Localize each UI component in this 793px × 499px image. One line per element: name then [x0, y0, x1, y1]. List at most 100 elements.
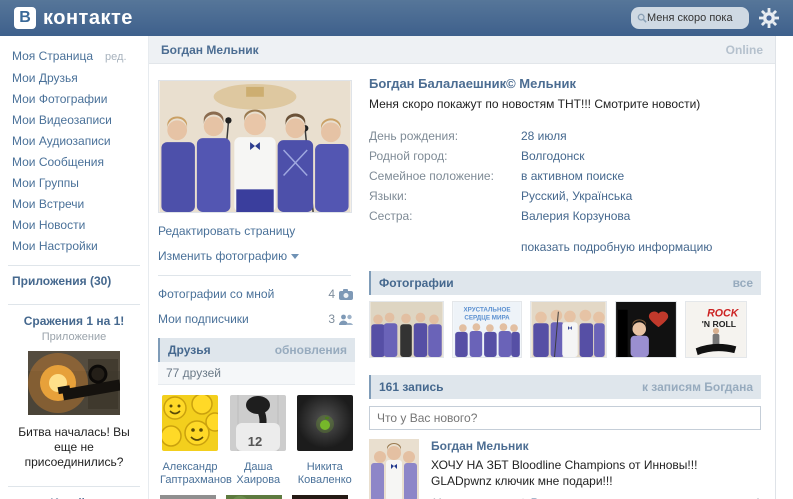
- photos-all-link[interactable]: все: [733, 276, 753, 290]
- search-input[interactable]: [647, 12, 743, 24]
- wall-post-input[interactable]: [369, 406, 761, 430]
- photos-with-me-link[interactable]: Фотографии со мной: [158, 287, 274, 301]
- photos-title[interactable]: Фотографии: [379, 276, 454, 290]
- menu-link[interactable]: Мои Фотографии: [12, 92, 107, 106]
- friend-name[interactable]: Александр Гаптрахманов: [160, 461, 220, 487]
- topbar-user-name[interactable]: Богдан Мельник: [161, 43, 259, 57]
- menu-link[interactable]: Мои Аудиозаписи: [12, 134, 111, 148]
- profile-photo[interactable]: [158, 80, 352, 213]
- friend-name[interactable]: Даша Хаирова: [230, 461, 287, 487]
- friend-name[interactable]: Никита Коваленко: [297, 461, 354, 487]
- friend-photo[interactable]: 12: [230, 395, 286, 451]
- wall-header: 161 запись к записям Богдана: [369, 375, 761, 399]
- friend-item[interactable]: Никита Коваленко: [297, 395, 354, 487]
- vk-logo-icon: В: [14, 7, 36, 29]
- photo-thumb[interactable]: [530, 301, 607, 358]
- menu-link[interactable]: Мои Друзья: [12, 71, 78, 85]
- photos-with-me-count: 4: [328, 287, 335, 301]
- change-photo-action[interactable]: Изменить фотографию: [158, 249, 361, 263]
- info-label: Родной город:: [369, 146, 521, 166]
- info-value-link[interactable]: Валерия Корзунова: [521, 209, 630, 223]
- info-row-relationship: Семейное положение: в активном поиске: [369, 166, 632, 186]
- logo-text: контакте: [43, 7, 133, 30]
- info-row-birthday: День рождения: 28 июля: [369, 126, 632, 146]
- friend-photo[interactable]: [160, 495, 216, 499]
- photo-rock-text-2: 'N ROLL: [702, 319, 737, 329]
- menu-link[interactable]: Моя Страница: [12, 49, 93, 63]
- info-value-link[interactable]: в активном поиске: [521, 169, 624, 183]
- post-likes[interactable]: ♥ 1: [743, 495, 761, 499]
- apps-menu-item[interactable]: Приложения (30): [0, 266, 148, 296]
- menu-item-my-page[interactable]: Моя Страница ред.: [12, 46, 148, 68]
- photo-thumb[interactable]: [615, 301, 677, 358]
- friend-photo[interactable]: [162, 395, 218, 451]
- chevron-down-icon: [291, 254, 299, 259]
- post-author-link[interactable]: Богдан Мельник: [431, 439, 529, 453]
- menu-link[interactable]: Мои Сообщения: [12, 155, 104, 169]
- menu-item-messages[interactable]: Мои Сообщения: [12, 152, 148, 173]
- content-topbar: Богдан Мельник Online: [149, 36, 775, 64]
- friend-photo[interactable]: [226, 495, 282, 499]
- menu-item-news[interactable]: Мои Новости: [12, 215, 148, 236]
- photo-thumb[interactable]: ХРУСТАЛЬНОЕ СЕРДЦЕ МИРА: [452, 301, 522, 358]
- menu-link[interactable]: Мои Новости: [12, 218, 85, 232]
- post-body: Богдан Мельник ХОЧУ НА ЗБТ Bloodline Cha…: [419, 439, 761, 499]
- menu-link[interactable]: Мои Встречи: [12, 197, 84, 211]
- menu-item-groups[interactable]: Мои Группы: [12, 173, 148, 194]
- friend-item[interactable]: 12 Даша Хаирова: [230, 395, 287, 487]
- photos-strip: ХРУСТАЛЬНОЕ СЕРДЦЕ МИРА: [369, 295, 761, 358]
- wall-count[interactable]: 161 запись: [379, 380, 444, 394]
- menu-item-audios[interactable]: Мои Аудиозаписи: [12, 131, 148, 152]
- friends-updates-link[interactable]: обновления: [275, 343, 347, 357]
- friend-photo[interactable]: [297, 395, 353, 451]
- logo-letter: В: [19, 9, 31, 27]
- menu-link[interactable]: Мои Группы: [12, 176, 79, 190]
- post-edit-link[interactable]: Редактировать: [531, 496, 614, 499]
- info-label: Семейное положение:: [369, 166, 521, 186]
- menu-item-events[interactable]: Мои Встречи: [12, 194, 148, 215]
- wall-input-wrap: [369, 406, 761, 430]
- profile-main-column: Богдан Балалаешник© Мельник Меня скоро п…: [361, 64, 775, 499]
- photos-with-me-row[interactable]: Фотографии со мной 4: [158, 287, 353, 301]
- post-text: ХОЧУ НА ЗБТ Bloodline Champions от Иннов…: [431, 457, 761, 489]
- wall-post: Online Богдан Мельник ХОЧУ НА ЗБТ Bloodl…: [369, 439, 761, 499]
- ad-text: Битва началась! Вы еще не присоединились…: [8, 423, 140, 478]
- meta-separator: |: [522, 496, 525, 499]
- info-value-link[interactable]: 28 июля: [521, 129, 567, 143]
- info-value-link[interactable]: Волгодонск: [521, 149, 585, 163]
- ad-title-link[interactable]: Сражения 1 на 1!: [8, 314, 140, 328]
- followers-row[interactable]: Мои подписчики 3: [158, 312, 353, 326]
- friend-item[interactable]: Александр Гаптрахманов: [160, 395, 220, 487]
- wall-module: 161 запись к записям Богдана: [369, 375, 761, 499]
- post-avatar-col: Online: [369, 439, 419, 499]
- menu-link[interactable]: Мои Настройки: [12, 239, 98, 253]
- settings-gear-icon[interactable]: [759, 8, 779, 28]
- main-menu: Моя Страница ред. Мои Друзья Мои Фотограф…: [0, 36, 148, 257]
- menu-item-friends[interactable]: Мои Друзья: [12, 68, 148, 89]
- vk-logo[interactable]: В контакте: [14, 7, 133, 30]
- edit-page-action[interactable]: Редактировать страницу: [158, 224, 361, 238]
- camera-icon: [339, 289, 353, 300]
- photo-thumb[interactable]: ROCK 'N ROLL: [685, 301, 747, 358]
- menu-item-photos[interactable]: Мои Фотографии: [12, 89, 148, 110]
- edit-page-link[interactable]: ред.: [105, 51, 126, 63]
- ad-game-image[interactable]: [28, 351, 120, 415]
- apps-link[interactable]: Приложения (30): [12, 274, 111, 288]
- friends-grid: Александр Гаптрахманов 12: [158, 385, 355, 487]
- followers-link[interactable]: Мои подписчики: [158, 312, 249, 326]
- play-block: Играйте Приложение: [0, 487, 148, 499]
- info-value-link[interactable]: Русский, Українська: [521, 189, 632, 203]
- menu-item-videos[interactable]: Мои Видеозаписи: [12, 110, 148, 131]
- to-bogdan-posts-link[interactable]: к записям Богдана: [642, 380, 753, 394]
- post-author-avatar[interactable]: [369, 439, 419, 499]
- photo-thumb[interactable]: [369, 301, 444, 358]
- people-icon: [339, 314, 353, 325]
- friend-photo[interactable]: [292, 495, 348, 499]
- search-icon: [637, 12, 647, 24]
- menu-item-settings[interactable]: Мои Настройки: [12, 236, 148, 257]
- menu-link[interactable]: Мои Видеозаписи: [12, 113, 112, 127]
- friends-title[interactable]: Друзья: [168, 343, 211, 357]
- show-full-info-link[interactable]: показать подробную информацию: [521, 240, 712, 254]
- profile-info-table: День рождения: 28 июля Родной город: Вол…: [369, 126, 632, 226]
- header-search[interactable]: [631, 7, 749, 29]
